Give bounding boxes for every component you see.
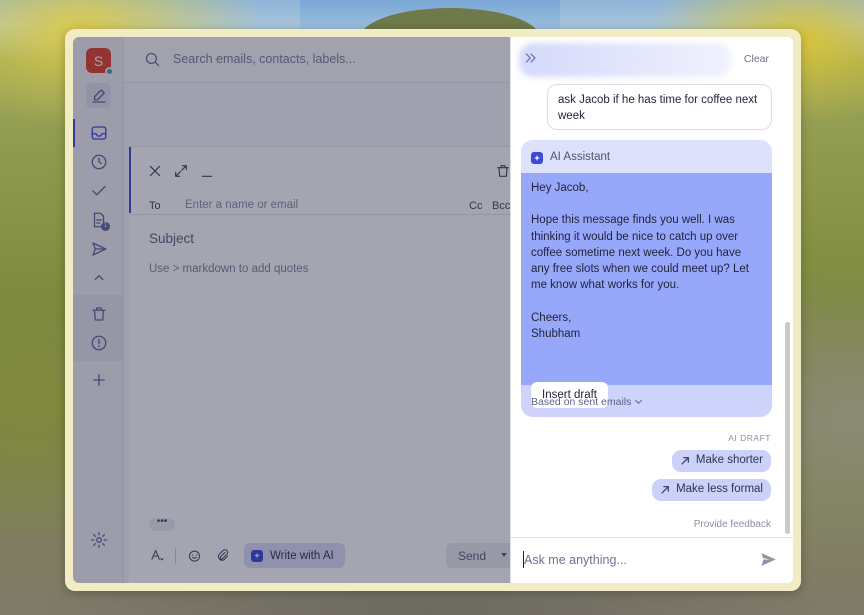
text-format-button[interactable] — [148, 546, 166, 564]
ai-card-title: AI Assistant — [550, 151, 611, 163]
trash-icon — [497, 165, 509, 177]
compose-button[interactable] — [86, 83, 111, 108]
make-less-formal-button[interactable]: Make less formal — [652, 479, 771, 501]
expand-compose-button[interactable] — [171, 161, 191, 181]
divider — [511, 537, 793, 538]
arrow-up-right-icon — [681, 457, 689, 465]
collapse-folders-button[interactable] — [86, 265, 111, 290]
sidebar-rail: S 1 — [73, 37, 124, 583]
settings-button[interactable] — [86, 527, 111, 552]
arrow-up-right-icon — [661, 486, 670, 494]
search-input[interactable]: Search emails, contacts, labels... — [173, 52, 356, 66]
send-options-chevron-icon[interactable] — [501, 553, 507, 557]
main-area: Search emails, contacts, labels... To En… — [124, 37, 510, 583]
draft-greeting: Hey Jacob, — [531, 182, 589, 194]
close-icon — [149, 165, 161, 177]
send-message-button[interactable] — [760, 551, 777, 568]
compose-focus-bar — [129, 147, 131, 213]
double-chevron-right-icon — [525, 53, 536, 63]
send-icon — [91, 241, 106, 256]
cc-button[interactable]: Cc — [469, 200, 482, 212]
close-compose-button[interactable] — [145, 161, 165, 181]
plus-icon — [92, 373, 105, 386]
based-on-label: Based on sent emails — [531, 396, 632, 408]
make-shorter-label: Make shorter — [695, 454, 763, 466]
draft-paragraph: Hope this message finds you well. I was … — [531, 214, 749, 292]
search-icon — [145, 52, 160, 67]
add-folder-button[interactable] — [86, 367, 111, 392]
compose-panel: To Enter a name or email Cc Bcc Subject … — [129, 146, 510, 583]
emoji-icon — [188, 550, 200, 562]
clear-button[interactable]: Clear — [744, 53, 769, 65]
sidebar-item-sent[interactable] — [86, 236, 111, 261]
user-message: ask Jacob if he has time for coffee next… — [547, 84, 772, 130]
body-input[interactable]: Use > markdown to add quotes — [149, 263, 309, 275]
sparkle-icon — [251, 549, 263, 562]
avatar-letter: S — [93, 52, 104, 69]
sidebar-item-done[interactable] — [86, 178, 111, 203]
inbox-icon — [91, 125, 106, 140]
draft-signoff: Cheers, — [531, 311, 572, 324]
text-format-icon — [150, 549, 164, 560]
expand-icon — [175, 165, 187, 177]
collapse-panel-button[interactable] — [523, 50, 543, 70]
sidebar-item-inbox[interactable] — [86, 120, 111, 145]
gear-icon — [90, 531, 107, 548]
sidebar-item-drafts[interactable]: 1 — [86, 207, 111, 232]
send-icon — [761, 553, 776, 566]
make-shorter-button[interactable]: Make shorter — [671, 450, 771, 472]
subject-input[interactable]: Subject — [149, 231, 194, 246]
to-input[interactable]: Enter a name or email — [185, 199, 298, 211]
write-with-ai-button[interactable]: Write with AI — [244, 543, 345, 568]
provide-feedback-link[interactable]: Provide feedback — [694, 519, 771, 530]
toolbar-divider — [175, 548, 176, 564]
alert-icon — [91, 335, 106, 350]
app-window: S 1 Search emails, contacts, labels... T… — [65, 29, 801, 591]
write-with-ai-label: Write with AI — [270, 549, 334, 562]
ai-draft-body: Hey Jacob, Hope this message finds you w… — [521, 173, 772, 408]
sidebar-item-spam[interactable] — [86, 330, 111, 355]
sparkle-icon — [531, 152, 543, 164]
avatar[interactable]: S — [86, 48, 114, 76]
scrollbar[interactable] — [785, 322, 790, 534]
search-bar[interactable]: Search emails, contacts, labels... — [124, 37, 510, 83]
to-label: To — [149, 200, 161, 212]
attach-button[interactable] — [213, 546, 231, 564]
bcc-button[interactable]: Bcc — [492, 200, 510, 212]
minimize-compose-button[interactable] — [197, 161, 217, 181]
ai-response-card: AI Assistant Hey Jacob, Hope this messag… — [521, 140, 772, 417]
chevron-up-icon — [94, 274, 103, 280]
ai-card-header: AI Assistant — [521, 140, 772, 173]
drafts-badge: 1 — [101, 222, 110, 231]
divider — [129, 214, 510, 215]
active-indicator — [73, 119, 75, 147]
check-icon — [91, 185, 106, 195]
ai-draft-label: AI DRAFT — [728, 433, 771, 443]
online-status-dot — [105, 67, 114, 76]
trash-icon — [91, 306, 106, 321]
header-backdrop — [519, 43, 731, 77]
emoji-button[interactable] — [185, 546, 203, 564]
make-less-formal-label: Make less formal — [676, 483, 763, 495]
based-on-dropdown[interactable]: Based on sent emails — [531, 396, 643, 408]
minimize-icon — [201, 175, 213, 177]
more-options-button[interactable]: ••• — [149, 517, 175, 531]
sidebar-item-snoozed[interactable] — [86, 149, 111, 174]
assistant-input[interactable]: Ask me anything... — [524, 553, 627, 567]
paperclip-icon — [217, 548, 228, 561]
chevron-down-icon — [635, 396, 643, 405]
ai-assistant-panel: Clear ask Jacob if he has time for coffe… — [510, 37, 793, 583]
sidebar-item-trash[interactable] — [86, 301, 111, 326]
app-container: S 1 Search emails, contacts, labels... T… — [73, 37, 793, 583]
clock-icon — [91, 154, 106, 169]
draft-name: Shubham — [531, 328, 581, 341]
assistant-header: Clear — [511, 37, 793, 82]
compose-icon — [91, 88, 106, 103]
